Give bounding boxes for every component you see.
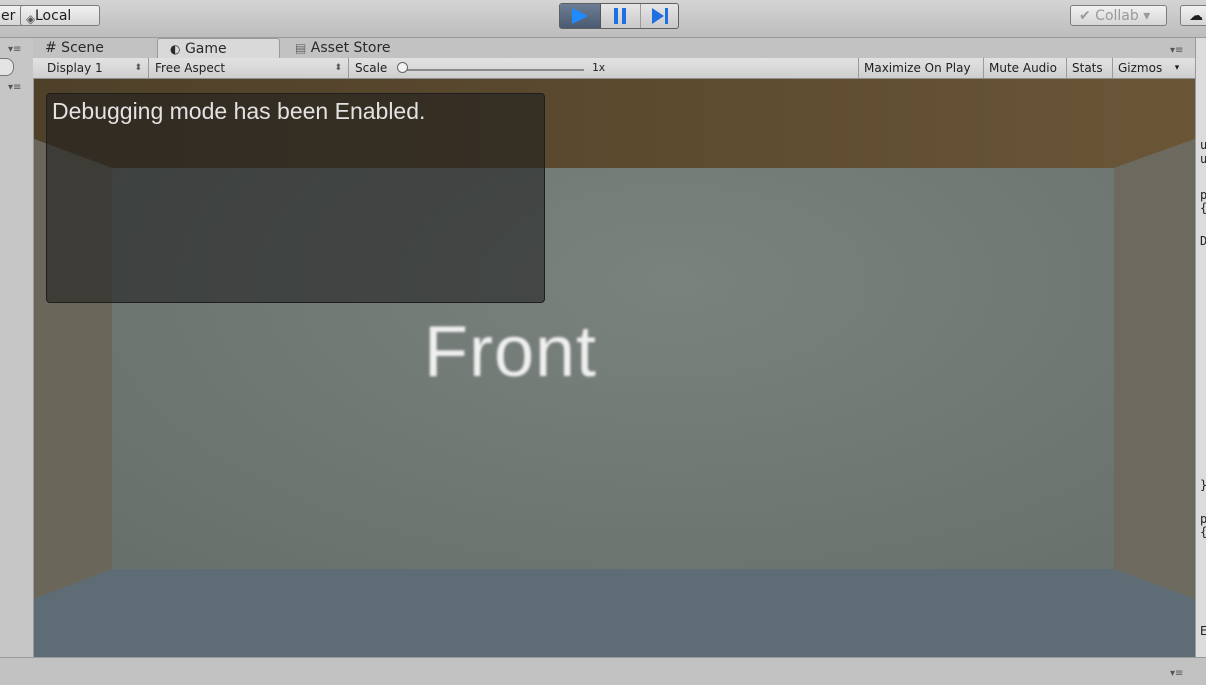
scale-value: 1x bbox=[592, 61, 606, 74]
code-fragment: } bbox=[1200, 478, 1206, 492]
dropdown-arrow-icon: ⬍ bbox=[334, 63, 342, 73]
view-tabs: # Scene ◐ Game ▤ Asset Store ▾≡ bbox=[33, 38, 1195, 58]
gizmos-toggle[interactable]: Gizmos ▾ bbox=[1112, 58, 1182, 78]
play-icon bbox=[572, 8, 588, 24]
code-fragment: p bbox=[1200, 188, 1206, 202]
collab-button[interactable]: ✔ Collab ▾ bbox=[1070, 5, 1167, 26]
right-panel: u u p { D } p { E bbox=[1195, 38, 1206, 660]
left-panel: ▾≡ ▾≡ bbox=[0, 38, 34, 660]
panel-menu-icon[interactable]: ▾≡ bbox=[8, 44, 21, 55]
code-fragment: u bbox=[1200, 138, 1206, 152]
local-label: Local bbox=[35, 8, 72, 24]
scale-slider-thumb[interactable] bbox=[397, 62, 408, 73]
panel-menu-icon[interactable]: ▾≡ bbox=[1170, 668, 1183, 679]
pivot-label: er bbox=[1, 8, 16, 24]
code-fragment: { bbox=[1200, 525, 1206, 539]
game-view-toolbar: Display 1 ⬍ Free Aspect ⬍ Scale 1x Maxim… bbox=[33, 58, 1195, 79]
dropdown-arrow-icon: ▾ bbox=[1174, 63, 1180, 73]
search-field[interactable] bbox=[0, 58, 14, 76]
tab-asset-store-label: Asset Store bbox=[310, 40, 391, 56]
display-dropdown[interactable]: Display 1 ⬍ bbox=[41, 58, 149, 78]
playback-controls bbox=[559, 3, 679, 29]
panel-menu-icon[interactable]: ▾≡ bbox=[8, 82, 21, 93]
tab-asset-store[interactable]: ▤ Asset Store bbox=[295, 38, 391, 58]
step-icon bbox=[652, 8, 664, 24]
front-label: Front bbox=[424, 312, 598, 392]
tab-game[interactable]: ◐ Game bbox=[157, 38, 280, 58]
code-fragment: p bbox=[1200, 512, 1206, 526]
step-button[interactable] bbox=[640, 4, 680, 28]
aspect-dropdown[interactable]: Free Aspect ⬍ bbox=[149, 58, 349, 78]
play-button[interactable] bbox=[560, 4, 601, 28]
game-icon: ◐ bbox=[170, 42, 181, 56]
pause-button[interactable] bbox=[600, 4, 641, 28]
bottom-panel: ▾≡ bbox=[0, 657, 1206, 685]
cloud-button[interactable]: ☁ bbox=[1180, 5, 1206, 26]
aspect-label: Free Aspect bbox=[155, 61, 226, 75]
pause-icon bbox=[614, 8, 626, 24]
cube-icon: ◈ bbox=[26, 12, 36, 26]
store-icon: ▤ bbox=[295, 41, 307, 55]
cloud-icon: ☁ bbox=[1189, 8, 1203, 24]
dropdown-arrow-icon: ⬍ bbox=[134, 63, 142, 73]
tab-game-label: Game bbox=[184, 41, 227, 57]
step-bar-icon bbox=[665, 8, 668, 24]
local-global-toggle-button[interactable]: ◈ Local bbox=[20, 5, 100, 26]
display-label: Display 1 bbox=[47, 61, 103, 75]
mute-audio-toggle[interactable]: Mute Audio bbox=[983, 58, 1062, 78]
debug-message: Debugging mode has been Enabled. bbox=[52, 98, 426, 124]
code-fragment: { bbox=[1200, 201, 1206, 215]
tab-scene[interactable]: # Scene bbox=[45, 38, 104, 58]
debug-panel: Debugging mode has been Enabled. bbox=[46, 93, 545, 303]
main-toolbar: er ◈ Local ✔ Collab ▾ ☁ bbox=[0, 0, 1206, 38]
stats-toggle[interactable]: Stats bbox=[1066, 58, 1108, 78]
gizmos-label: Gizmos bbox=[1118, 61, 1163, 75]
floor bbox=[34, 569, 1195, 657]
code-fragment: u bbox=[1200, 152, 1206, 166]
scale-slider-track[interactable] bbox=[402, 69, 584, 71]
code-fragment: E bbox=[1200, 624, 1206, 638]
tab-menu-icon[interactable]: ▾≡ bbox=[1170, 45, 1183, 56]
scale-label: Scale bbox=[355, 61, 388, 75]
right-wall bbox=[1114, 139, 1195, 599]
maximize-on-play-toggle[interactable]: Maximize On Play bbox=[858, 58, 976, 78]
code-fragment: D bbox=[1200, 234, 1206, 248]
game-view[interactable]: Front Debugging mode has been Enabled. bbox=[34, 79, 1195, 657]
